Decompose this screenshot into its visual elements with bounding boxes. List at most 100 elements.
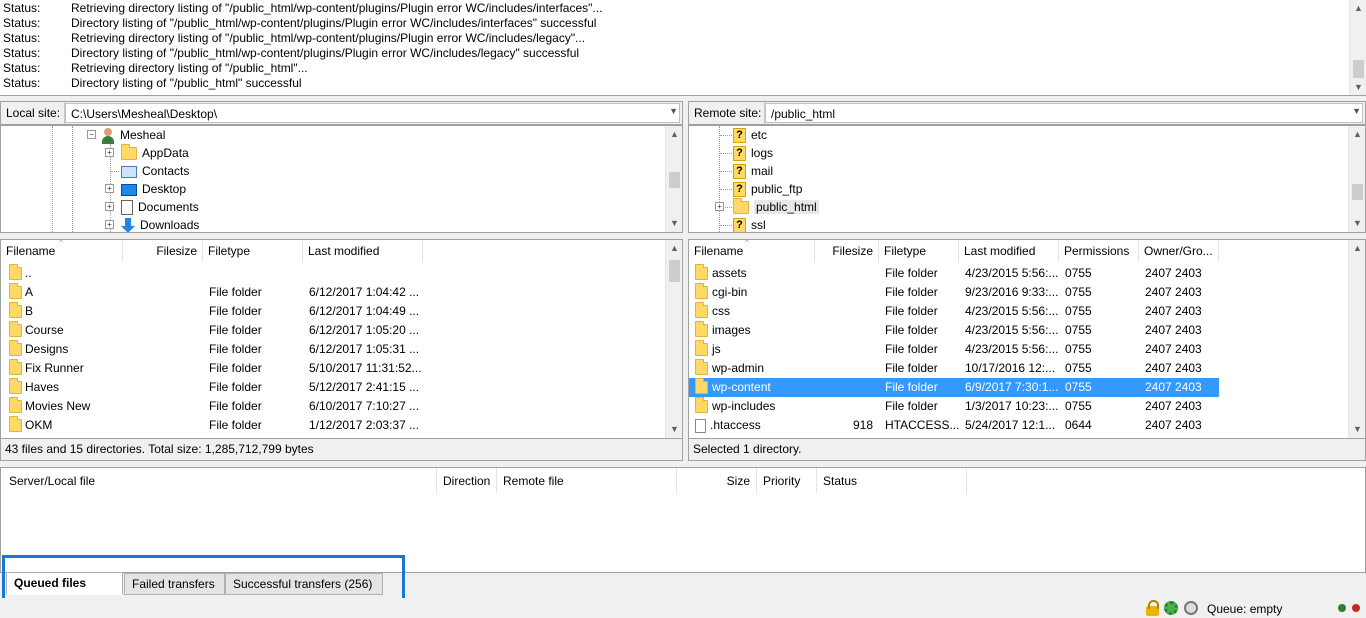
scroll-up-icon[interactable]: ▲ bbox=[1349, 240, 1365, 257]
remote-tree[interactable]: ? etc? logs? mail? public_ftp + public_html? ss… bbox=[688, 125, 1366, 233]
cell-modified: 1/3/2017 10:23:... bbox=[965, 399, 1059, 413]
chevron-down-icon[interactable]: ▼ bbox=[1352, 106, 1361, 116]
cell-modified: 4/23/2015 5:56:... bbox=[965, 342, 1059, 356]
scroll-down-icon[interactable]: ▼ bbox=[666, 215, 682, 232]
folder-icon bbox=[9, 302, 22, 319]
local-tree[interactable]: − Mesheal + AppData Contacts + Desktop +… bbox=[0, 125, 683, 233]
tree-item-desktop[interactable]: Desktop bbox=[121, 180, 186, 198]
table-row[interactable]: A File folder 6/12/2017 1:04:42 ... bbox=[1, 283, 665, 302]
column-filetype[interactable]: Filetype bbox=[203, 240, 303, 262]
collapse-icon[interactable]: − bbox=[87, 130, 96, 139]
scroll-thumb[interactable] bbox=[669, 172, 680, 188]
tree-item-logs[interactable]: ? logs bbox=[733, 144, 773, 162]
cell-owner: 2407 2403 bbox=[1145, 361, 1202, 375]
table-row[interactable]: css File folder 4/23/2015 5:56:... 0755 2407… bbox=[689, 302, 1219, 321]
cell-type: File folder bbox=[209, 399, 262, 413]
cell-type: File folder bbox=[885, 266, 938, 280]
column-last-modified[interactable]: Last modified bbox=[303, 240, 423, 262]
tree-item-public-ftp[interactable]: ? public_ftp bbox=[733, 180, 802, 198]
tree-item-appdata[interactable]: AppData bbox=[121, 144, 189, 162]
log-text: Directory listing of "/public_html" succ… bbox=[71, 76, 302, 90]
tree-item-contacts[interactable]: Contacts bbox=[121, 162, 189, 180]
expand-icon[interactable]: + bbox=[105, 184, 114, 193]
column-filesize[interactable]: Filesize bbox=[123, 240, 203, 262]
cell-type: File folder bbox=[885, 342, 938, 356]
tree-item-public-html[interactable]: public_html bbox=[733, 198, 819, 216]
table-row[interactable]: js File folder 4/23/2015 5:56:... 0755 2407 … bbox=[689, 340, 1219, 359]
folder-icon bbox=[9, 378, 22, 395]
column-permissions[interactable]: Permissions bbox=[1059, 240, 1139, 262]
remote-path-input[interactable]: /public_html bbox=[765, 103, 1363, 123]
tree-item-documents[interactable]: Documents bbox=[121, 198, 199, 216]
expand-icon[interactable]: + bbox=[105, 202, 114, 211]
column-owner-group[interactable]: Owner/Gro... bbox=[1139, 240, 1219, 262]
log-scrollbar[interactable]: ▲ ▼ bbox=[1349, 0, 1366, 95]
remote-file-list[interactable]: Filename ^ Filesize Filetype Last modifi… bbox=[688, 239, 1366, 439]
table-row[interactable]: Haves File folder 5/12/2017 2:41:15 ... bbox=[1, 378, 665, 397]
chevron-down-icon[interactable]: ▼ bbox=[669, 106, 678, 116]
scroll-thumb[interactable] bbox=[669, 260, 680, 282]
table-row[interactable]: .htaccess 918 HTACCESS... 5/24/2017 12:1...… bbox=[689, 416, 1219, 435]
local-list-scrollbar[interactable]: ▲ ▼ bbox=[665, 240, 682, 438]
cell-modified: 5/10/2017 11:31:52... bbox=[309, 361, 422, 375]
scroll-down-icon[interactable]: ▼ bbox=[1350, 79, 1366, 95]
local-file-list[interactable]: Filename ^ Filesize Filetype Last modifi… bbox=[0, 239, 683, 439]
column-server-local-file[interactable]: Server/Local file bbox=[1, 468, 437, 494]
table-row[interactable]: B File folder 6/12/2017 1:04:49 ... bbox=[1, 302, 665, 321]
table-row[interactable]: .. bbox=[1, 264, 665, 283]
remote-tree-scrollbar[interactable]: ▲ ▼ bbox=[1348, 126, 1365, 232]
table-row[interactable]: Course File folder 6/12/2017 1:05:20 ... bbox=[1, 321, 665, 340]
cell-type: File folder bbox=[209, 342, 262, 356]
table-row[interactable]: cgi-bin File folder 9/23/2016 9:33:... 0755… bbox=[689, 283, 1219, 302]
column-last-modified[interactable]: Last modified bbox=[959, 240, 1059, 262]
cell-owner: 2407 2403 bbox=[1145, 266, 1202, 280]
scroll-up-icon[interactable]: ▲ bbox=[1349, 126, 1365, 143]
cell-size bbox=[123, 283, 199, 302]
table-row[interactable]: Fix Runner File folder 5/10/2017 11:31:52.… bbox=[1, 359, 665, 378]
table-row[interactable]: wp-admin File folder 10/17/2016 12:... 0755… bbox=[689, 359, 1219, 378]
log-line: Status: Retrieving directory listing of "… bbox=[3, 1, 602, 16]
column-size[interactable]: Size bbox=[677, 468, 757, 494]
local-tree-scrollbar[interactable]: ▲ ▼ bbox=[665, 126, 682, 232]
expand-icon[interactable]: + bbox=[105, 220, 114, 229]
tree-item-mail[interactable]: ? mail bbox=[733, 162, 773, 180]
log-line: Status: Directory listing of "/public_htm… bbox=[3, 76, 302, 91]
gear-icon[interactable] bbox=[1164, 601, 1178, 615]
table-row[interactable]: OKM File folder 1/12/2017 2:03:37 ... bbox=[1, 416, 665, 435]
column-direction[interactable]: Direction bbox=[437, 468, 497, 494]
scroll-thumb[interactable] bbox=[1353, 60, 1364, 78]
scroll-down-icon[interactable]: ▼ bbox=[1349, 215, 1365, 232]
column-filename[interactable]: Filename bbox=[689, 240, 815, 262]
table-row[interactable]: assets File folder 4/23/2015 5:56:... 0755 2… bbox=[689, 264, 1219, 283]
scroll-down-icon[interactable]: ▼ bbox=[1349, 421, 1365, 438]
column-remote-file[interactable]: Remote file bbox=[497, 468, 677, 494]
table-row[interactable]: wp-includes File folder 1/3/2017 10:23:...… bbox=[689, 397, 1219, 416]
cell-size bbox=[815, 340, 873, 359]
cell-size bbox=[123, 416, 199, 435]
tree-item-etc[interactable]: ? etc bbox=[733, 126, 767, 144]
expand-icon[interactable]: + bbox=[715, 202, 724, 211]
column-status[interactable]: Status bbox=[817, 468, 967, 494]
cell-name: wp-admin bbox=[695, 359, 815, 378]
remote-site-label: Remote site: bbox=[689, 102, 765, 124]
tree-item-downloads[interactable]: Downloads bbox=[121, 216, 199, 232]
scroll-up-icon[interactable]: ▲ bbox=[1350, 0, 1366, 17]
table-row[interactable]: images File folder 4/23/2015 5:56:... 0755 2… bbox=[689, 321, 1219, 340]
message-log[interactable]: Status: Retrieving directory listing of "… bbox=[0, 0, 1366, 96]
tree-item-mesheal[interactable]: Mesheal bbox=[101, 126, 165, 144]
scroll-up-icon[interactable]: ▲ bbox=[666, 240, 682, 257]
table-row[interactable]: wp-content File folder 6/9/2017 7:30:1... 0… bbox=[689, 378, 1219, 397]
scroll-thumb[interactable] bbox=[1352, 184, 1363, 200]
local-path-input[interactable]: C:\Users\Mesheal\Desktop\ bbox=[65, 103, 680, 123]
column-priority[interactable]: Priority bbox=[757, 468, 817, 494]
scroll-up-icon[interactable]: ▲ bbox=[666, 126, 682, 143]
tree-item-ssl[interactable]: ? ssl bbox=[733, 216, 766, 232]
column-filetype[interactable]: Filetype bbox=[879, 240, 959, 262]
table-row[interactable]: Movies New File folder 6/10/2017 7:10:27 .… bbox=[1, 397, 665, 416]
remote-list-scrollbar[interactable]: ▲ ▼ bbox=[1348, 240, 1365, 438]
speed-limit-icon[interactable] bbox=[1184, 601, 1198, 615]
column-filesize[interactable]: Filesize bbox=[815, 240, 879, 262]
scroll-down-icon[interactable]: ▼ bbox=[666, 421, 682, 438]
table-row[interactable]: Designs File folder 6/12/2017 1:05:31 ... bbox=[1, 340, 665, 359]
expand-icon[interactable]: + bbox=[105, 148, 114, 157]
